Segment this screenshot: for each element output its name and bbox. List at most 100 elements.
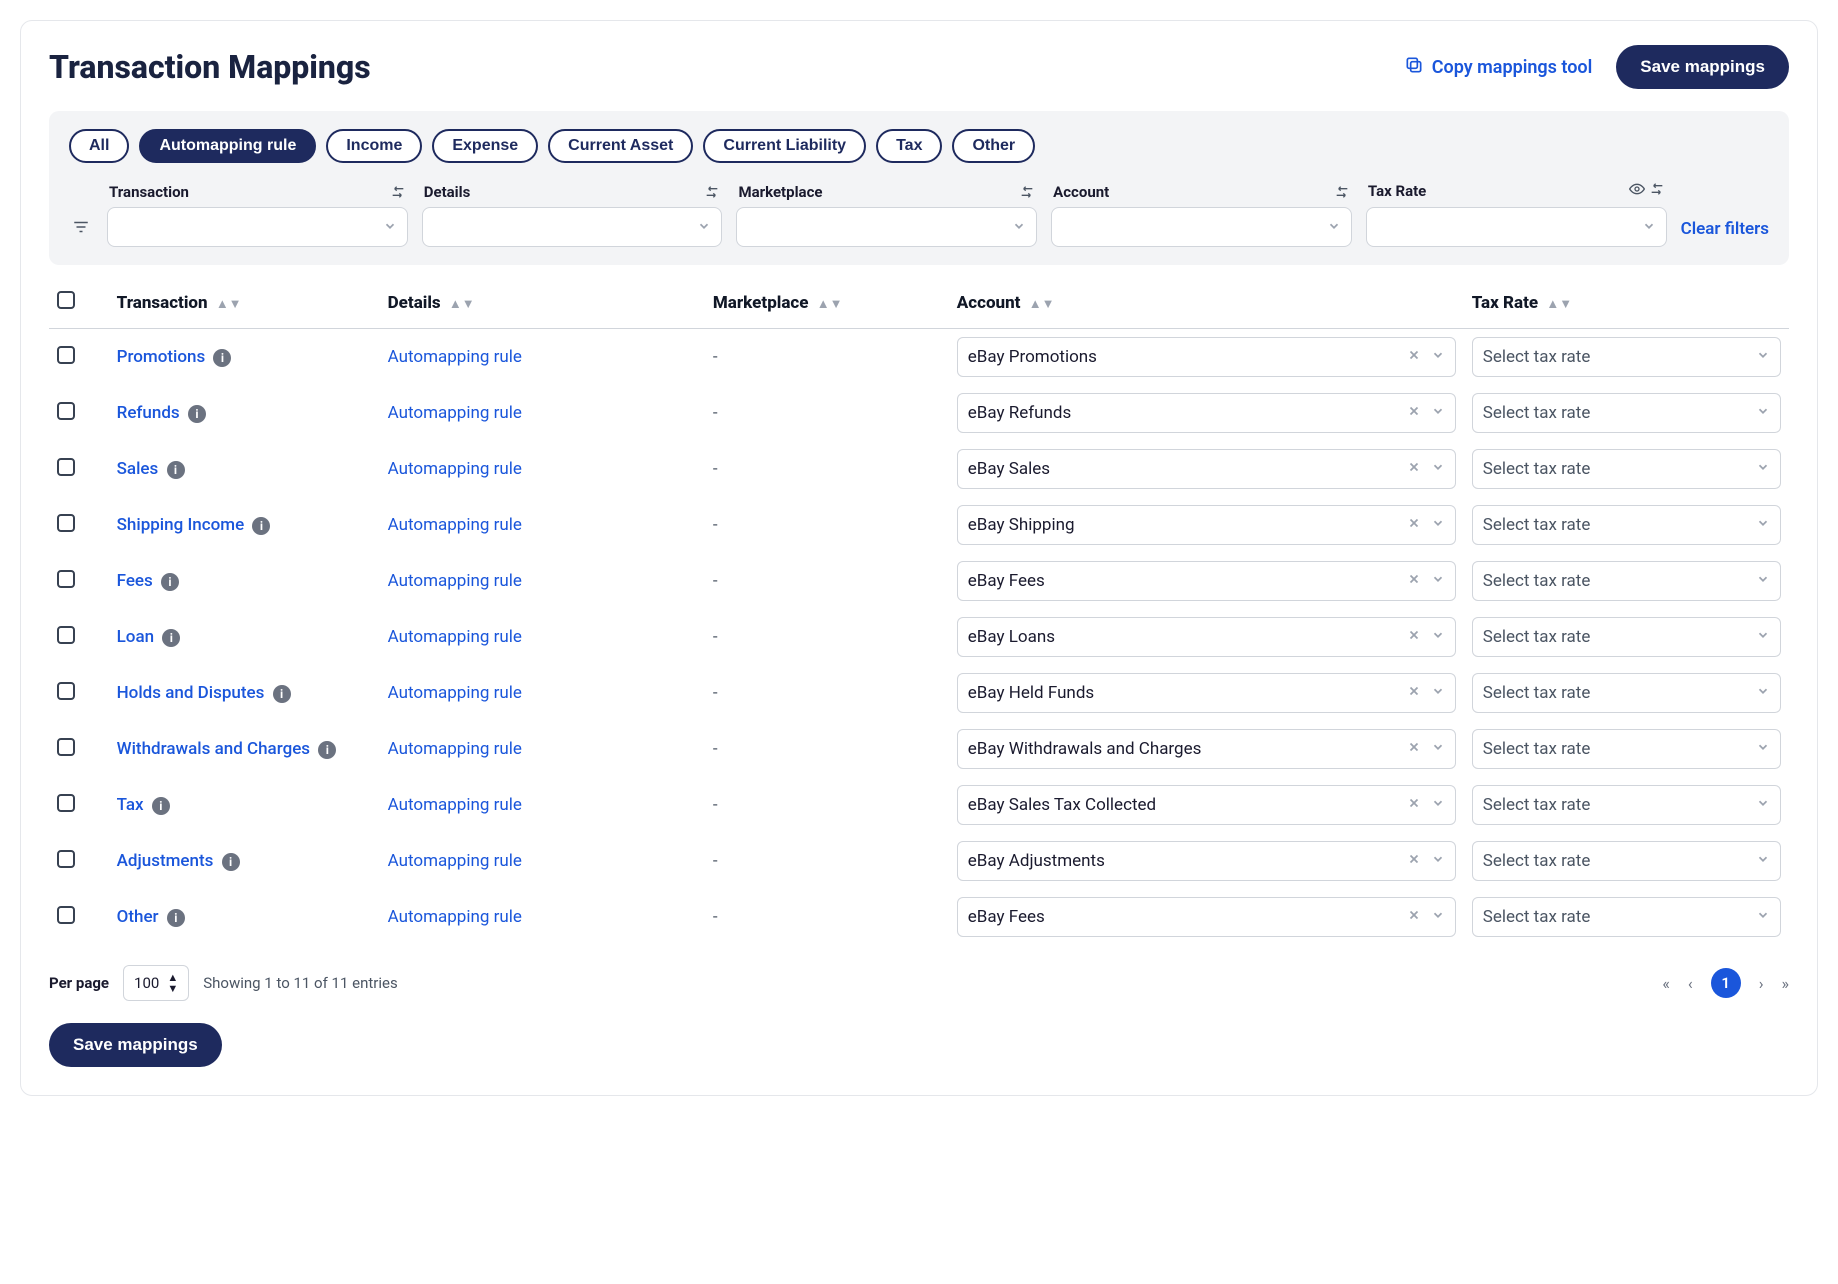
clear-icon[interactable] <box>1407 347 1421 367</box>
taxrate-select[interactable]: Select tax rate <box>1472 505 1781 545</box>
details-link[interactable]: Automapping rule <box>388 683 522 703</box>
info-icon[interactable]: i <box>273 685 291 703</box>
taxrate-select[interactable]: Select tax rate <box>1472 841 1781 881</box>
filter-select-marketplace[interactable] <box>736 207 1037 247</box>
transaction-link[interactable]: Holds and Disputes <box>117 683 265 703</box>
row-checkbox[interactable] <box>57 850 75 868</box>
row-checkbox[interactable] <box>57 906 75 924</box>
chevron-down-icon[interactable] <box>1431 403 1445 423</box>
transaction-link[interactable]: Adjustments <box>117 851 214 871</box>
info-icon[interactable]: i <box>162 629 180 647</box>
chevron-down-icon[interactable] <box>1431 515 1445 535</box>
filter-select-transaction[interactable] <box>107 207 408 247</box>
pager-last[interactable]: » <box>1782 974 1790 993</box>
filter-pill-current-asset[interactable]: Current Asset <box>548 129 693 163</box>
clear-icon[interactable] <box>1407 571 1421 591</box>
info-icon[interactable]: i <box>213 349 231 367</box>
chevron-down-icon[interactable] <box>1431 795 1445 815</box>
sort-icon[interactable]: ▲▼ <box>817 297 843 312</box>
transaction-link[interactable]: Fees <box>117 571 153 591</box>
save-mappings-button-bottom[interactable]: Save mappings <box>49 1023 222 1067</box>
info-icon[interactable]: i <box>318 741 336 759</box>
row-checkbox[interactable] <box>57 682 75 700</box>
info-icon[interactable]: i <box>161 573 179 591</box>
swap-icon[interactable] <box>390 184 406 200</box>
swap-icon[interactable] <box>1019 184 1035 200</box>
taxrate-select[interactable]: Select tax rate <box>1472 393 1781 433</box>
filter-select-details[interactable] <box>422 207 723 247</box>
clear-icon[interactable] <box>1407 683 1421 703</box>
filter-pill-current-liability[interactable]: Current Liability <box>703 129 866 163</box>
pager-next[interactable]: › <box>1759 974 1764 993</box>
info-icon[interactable]: i <box>252 517 270 535</box>
account-select[interactable]: eBay Held Funds <box>957 673 1456 713</box>
clear-icon[interactable] <box>1407 515 1421 535</box>
clear-filters-link[interactable]: Clear filters <box>1681 219 1769 247</box>
chevron-down-icon[interactable] <box>1431 739 1445 759</box>
chevron-down-icon[interactable] <box>1431 571 1445 591</box>
transaction-link[interactable]: Shipping Income <box>117 515 245 535</box>
sort-icon[interactable]: ▲▼ <box>1546 297 1572 312</box>
sort-icon[interactable]: ▲▼ <box>216 297 242 312</box>
details-link[interactable]: Automapping rule <box>388 627 522 647</box>
details-link[interactable]: Automapping rule <box>388 851 522 871</box>
info-icon[interactable]: i <box>222 853 240 871</box>
details-link[interactable]: Automapping rule <box>388 907 522 927</box>
filter-pill-expense[interactable]: Expense <box>432 129 538 163</box>
info-icon[interactable]: i <box>152 797 170 815</box>
col-header-taxrate[interactable]: Tax Rate <box>1472 293 1538 313</box>
taxrate-select[interactable]: Select tax rate <box>1472 561 1781 601</box>
row-checkbox[interactable] <box>57 402 75 420</box>
filter-pill-automapping-rule[interactable]: Automapping rule <box>139 129 316 163</box>
col-header-marketplace[interactable]: Marketplace <box>713 293 809 313</box>
chevron-down-icon[interactable] <box>1431 347 1445 367</box>
account-select[interactable]: eBay Adjustments <box>957 841 1456 881</box>
taxrate-select[interactable]: Select tax rate <box>1472 617 1781 657</box>
clear-icon[interactable] <box>1407 459 1421 479</box>
account-select[interactable]: eBay Sales Tax Collected <box>957 785 1456 825</box>
details-link[interactable]: Automapping rule <box>388 739 522 759</box>
clear-icon[interactable] <box>1407 403 1421 423</box>
pager-current[interactable]: 1 <box>1711 968 1741 998</box>
taxrate-select[interactable]: Select tax rate <box>1472 449 1781 489</box>
filter-pill-income[interactable]: Income <box>326 129 422 163</box>
filter-pill-other[interactable]: Other <box>952 129 1035 163</box>
transaction-link[interactable]: Refunds <box>117 403 180 423</box>
clear-icon[interactable] <box>1407 739 1421 759</box>
col-header-transaction[interactable]: Transaction <box>117 293 208 313</box>
copy-mappings-link[interactable]: Copy mappings tool <box>1404 55 1593 80</box>
transaction-link[interactable]: Promotions <box>117 347 206 367</box>
row-checkbox[interactable] <box>57 738 75 756</box>
eye-icon[interactable] <box>1629 181 1645 201</box>
chevron-down-icon[interactable] <box>1431 627 1445 647</box>
row-checkbox[interactable] <box>57 626 75 644</box>
sort-icon[interactable]: ▲▼ <box>1029 297 1055 312</box>
account-select[interactable]: eBay Fees <box>957 897 1456 937</box>
pager-prev[interactable]: ‹ <box>1688 974 1693 993</box>
swap-icon[interactable] <box>1334 184 1350 200</box>
filter-select-account[interactable] <box>1051 207 1352 247</box>
save-mappings-button-top[interactable]: Save mappings <box>1616 45 1789 89</box>
swap-icon[interactable] <box>704 184 720 200</box>
taxrate-select[interactable]: Select tax rate <box>1472 673 1781 713</box>
account-select[interactable]: eBay Withdrawals and Charges <box>957 729 1456 769</box>
taxrate-select[interactable]: Select tax rate <box>1472 337 1781 377</box>
info-icon[interactable]: i <box>167 909 185 927</box>
transaction-link[interactable]: Sales <box>117 459 159 479</box>
taxrate-select[interactable]: Select tax rate <box>1472 897 1781 937</box>
chevron-down-icon[interactable] <box>1431 683 1445 703</box>
row-checkbox[interactable] <box>57 570 75 588</box>
details-link[interactable]: Automapping rule <box>388 347 522 367</box>
info-icon[interactable]: i <box>188 405 206 423</box>
filter-pill-tax[interactable]: Tax <box>876 129 942 163</box>
sort-icon[interactable]: ▲▼ <box>449 297 475 312</box>
taxrate-select[interactable]: Select tax rate <box>1472 785 1781 825</box>
col-header-account[interactable]: Account <box>957 293 1021 313</box>
details-link[interactable]: Automapping rule <box>388 459 522 479</box>
row-checkbox[interactable] <box>57 458 75 476</box>
account-select[interactable]: eBay Promotions <box>957 337 1456 377</box>
col-header-details[interactable]: Details <box>388 293 441 313</box>
transaction-link[interactable]: Loan <box>117 627 154 647</box>
chevron-down-icon[interactable] <box>1431 459 1445 479</box>
transaction-link[interactable]: Other <box>117 907 159 927</box>
